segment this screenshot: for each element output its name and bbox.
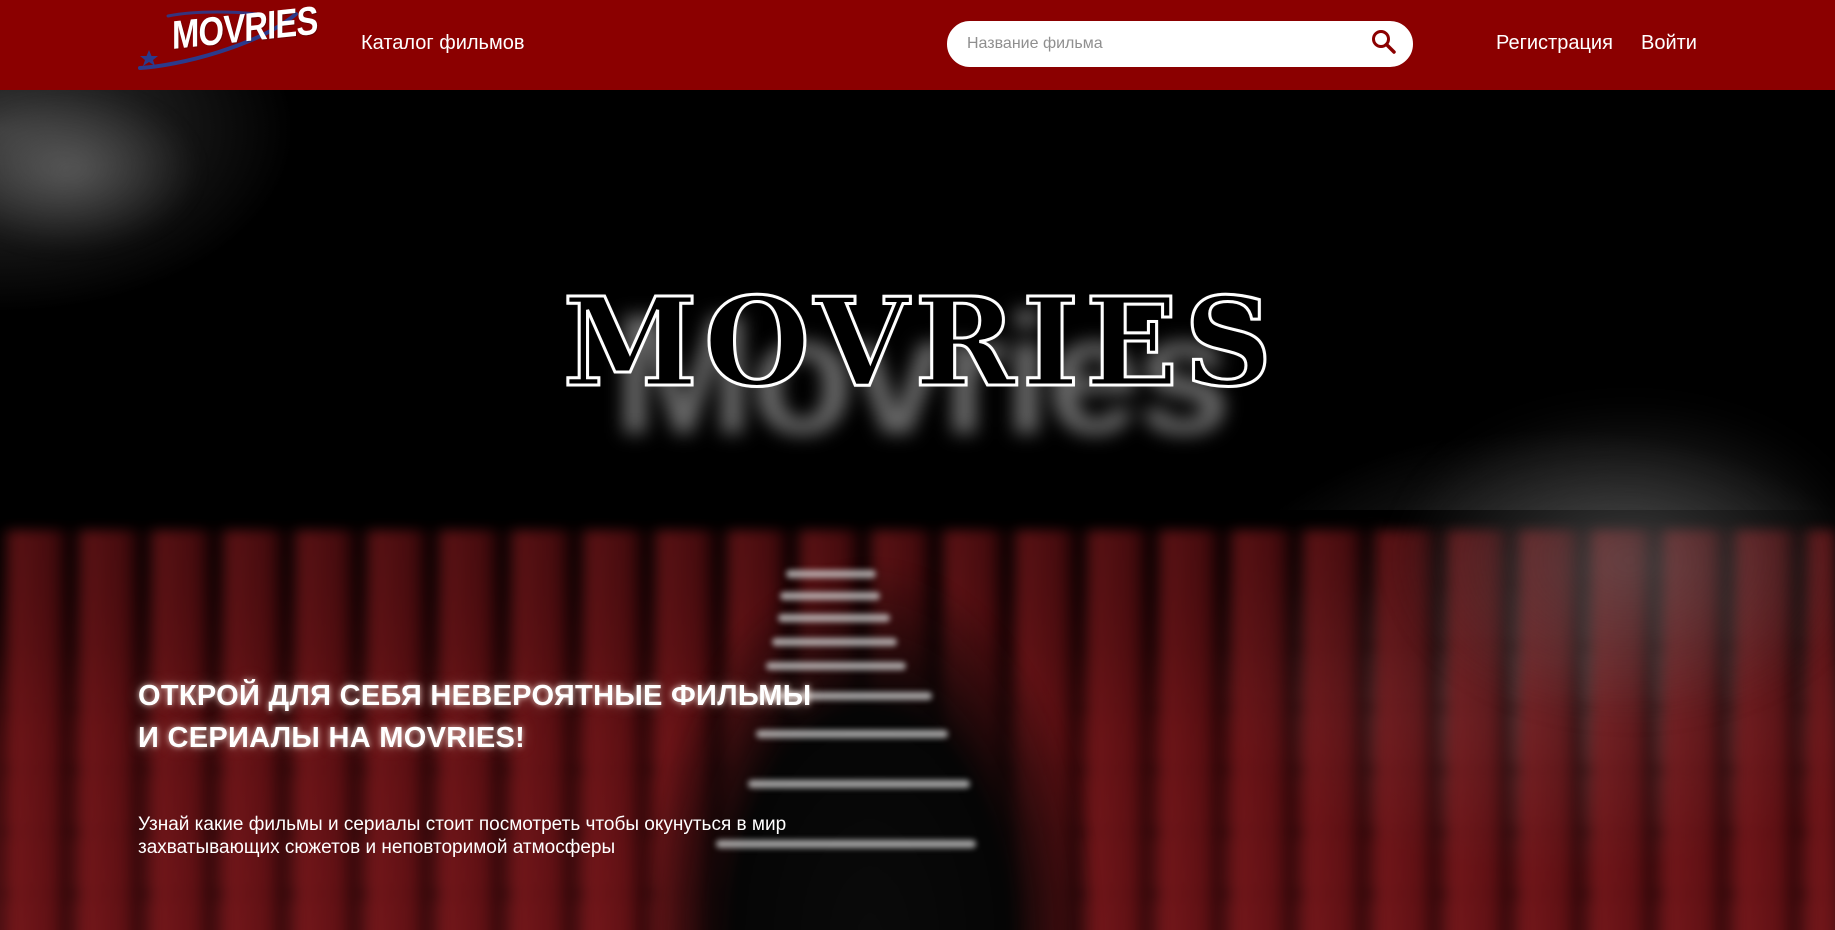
site-logo[interactable]: MOVRIES [138, 0, 318, 76]
hero-description: Узнай какие фильмы и сериалы стоит посмо… [138, 814, 787, 858]
stair-light [748, 780, 970, 788]
hero-section: Movries MOVRIES Открой для себя невероят… [0, 90, 1835, 930]
search-button[interactable] [1369, 27, 1399, 57]
background-light-glow [0, 90, 200, 250]
search-input[interactable] [967, 32, 1357, 56]
nav-link-login[interactable]: Войти [1641, 31, 1697, 55]
search-bar [947, 21, 1413, 67]
search-icon [1372, 30, 1396, 54]
hero-headline: Открой для себя невероятные фильмы и сер… [138, 680, 812, 754]
stair-light [778, 614, 890, 622]
stair-light [780, 592, 880, 600]
top-navigation-bar: MOVRIES Каталог фильмов Регистрация Войт… [0, 0, 1835, 90]
nav-link-catalog[interactable]: Каталог фильмов [361, 31, 524, 55]
stair-light [786, 570, 876, 578]
background-light-glow [1390, 400, 1835, 720]
stair-light [766, 662, 906, 670]
hero-title: MOVRIES [561, 270, 1279, 414]
stair-light [772, 638, 897, 646]
nav-link-register[interactable]: Регистрация [1496, 31, 1613, 55]
